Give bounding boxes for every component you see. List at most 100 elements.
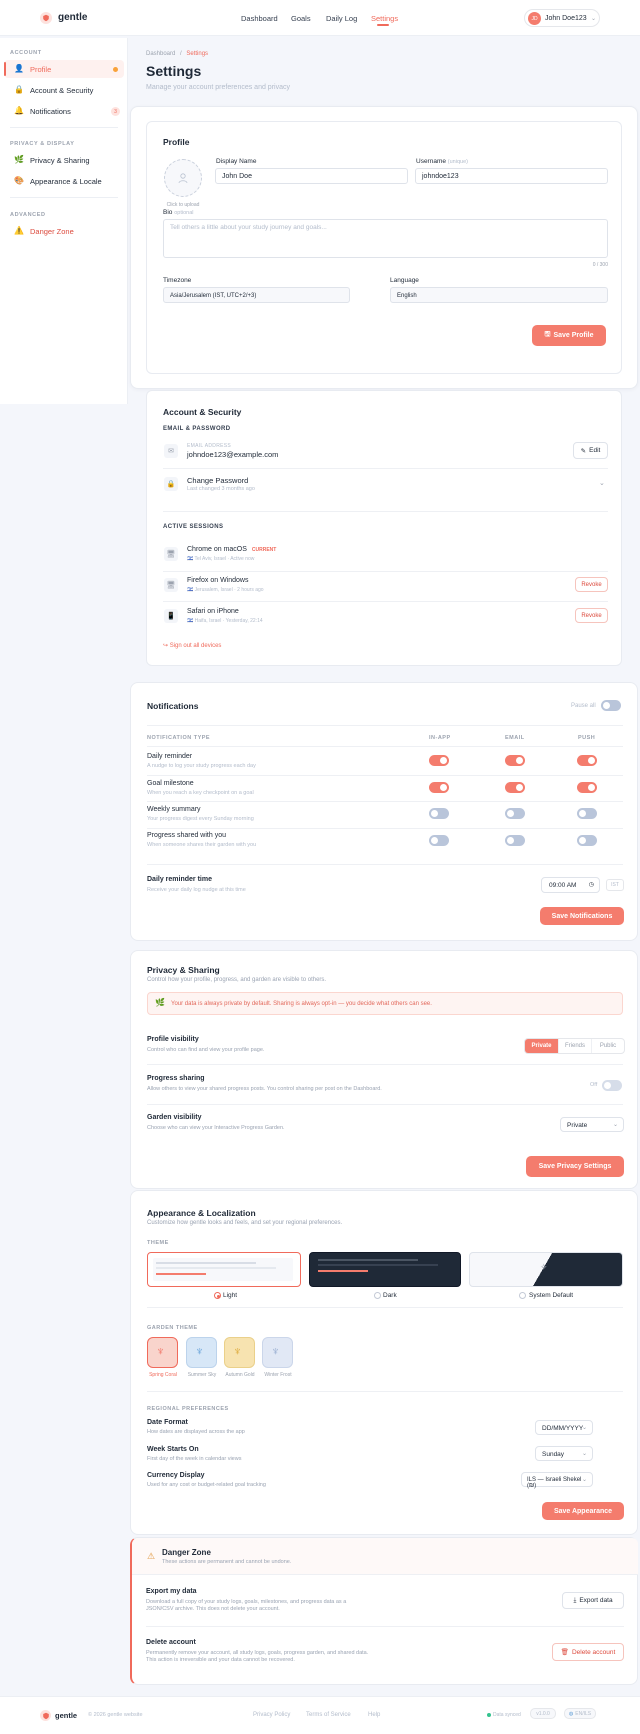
divider	[147, 1307, 623, 1308]
user-menu[interactable]: JD John Doe123 ⌄	[524, 9, 600, 27]
garden-visibility-sub: Choose who can view your Interactive Pro…	[147, 1125, 285, 1131]
weekly-summary-in-app-toggle[interactable]	[429, 808, 449, 819]
sidebar-item-privacy[interactable]: 🌿 Privacy & Sharing	[4, 151, 124, 169]
language-select[interactable]: English	[390, 287, 608, 303]
visibility-option-public[interactable]: Public	[591, 1039, 624, 1053]
nav-dashboard[interactable]: Dashboard	[241, 14, 278, 23]
weekly-summary-push-toggle[interactable]	[577, 808, 597, 819]
sidebar-item-notifications[interactable]: 🔔 Notifications 3	[4, 102, 124, 120]
daily-reminder-in-app-toggle[interactable]	[429, 755, 449, 766]
mail-icon: ✉	[164, 444, 178, 458]
revoke-session-button[interactable]: Revoke	[575, 577, 608, 592]
goal-milestone-push-toggle[interactable]	[577, 782, 597, 793]
sidebar-item-appearance[interactable]: 🎨 Appearance & Locale	[4, 172, 124, 190]
save-privacy-button[interactable]: Save Privacy Settings	[526, 1156, 624, 1177]
visibility-option-friends[interactable]: Friends	[558, 1039, 591, 1053]
theme-dark-card[interactable]	[309, 1252, 461, 1287]
progress-shared-push-toggle[interactable]	[577, 835, 597, 846]
divider	[163, 601, 608, 602]
export-data-button[interactable]: ⤓ Export data	[562, 1592, 624, 1609]
garden-theme-autumn-gold[interactable]: ♆	[224, 1337, 255, 1368]
garden-theme-label: Spring Coral	[149, 1372, 177, 1378]
session-device: Chrome on macOS CURRENT	[187, 546, 276, 553]
footer-terms-link[interactable]: Terms of Service	[306, 1712, 351, 1718]
garden-visibility-title: Garden visibility	[147, 1114, 202, 1121]
bio-textarea[interactable]: Tell others a little about your study jo…	[163, 219, 608, 258]
breadcrumb-dashboard[interactable]: Dashboard	[146, 51, 175, 57]
change-password-title[interactable]: Change Password	[187, 476, 248, 485]
nav-settings[interactable]: Settings	[371, 14, 398, 23]
week-start-select[interactable]: Sunday ⌄	[535, 1446, 593, 1461]
timezone-badge: IST	[606, 879, 624, 891]
chevron-down-icon[interactable]: ⌄	[599, 479, 605, 487]
garden-visibility-select[interactable]: Private ⌄	[560, 1117, 624, 1132]
footer-privacy-link[interactable]: Privacy Policy	[253, 1712, 290, 1718]
session-location: Haifa, Israel	[194, 618, 222, 624]
nav-daily-log[interactable]: Daily Log	[326, 14, 357, 23]
privacy-title: Privacy & Sharing	[147, 965, 220, 975]
theme-system-card[interactable]: ✧	[469, 1252, 623, 1287]
profile-title: Profile	[163, 137, 190, 147]
save-profile-label: Save Profile	[553, 332, 594, 339]
person-icon: 👤	[14, 64, 24, 73]
daily-reminder-push-toggle[interactable]	[577, 755, 597, 766]
divider	[147, 1064, 623, 1065]
date-format-sub: How dates are displayed across the app	[147, 1429, 245, 1435]
nav-goals[interactable]: Goals	[291, 14, 311, 23]
delete-account-button[interactable]: 🗑 Delete account	[552, 1643, 624, 1661]
sign-out-all-link[interactable]: ↪ Sign out all devices	[163, 642, 221, 649]
daily-reminder-email-toggle[interactable]	[505, 755, 525, 766]
page-subtitle: Manage your account preferences and priv…	[146, 84, 290, 91]
username-input[interactable]: johndoe123	[415, 168, 608, 184]
progress-shared-in-app-toggle[interactable]	[429, 835, 449, 846]
week-start-value: Sunday	[542, 1451, 565, 1458]
theme-dark-radio[interactable]	[374, 1292, 381, 1299]
plant-icon: ♆	[156, 1344, 165, 1358]
save-notifications-button[interactable]: Save Notifications	[540, 907, 624, 925]
logo-icon[interactable]	[40, 12, 52, 24]
timezone-label: Timezone	[163, 277, 192, 284]
weekly-summary-email-toggle[interactable]	[505, 808, 525, 819]
save-profile-button[interactable]: 🖫 Save Profile	[532, 325, 606, 346]
progress-sharing-toggle[interactable]	[602, 1080, 622, 1091]
goal-milestone-email-toggle[interactable]	[505, 782, 525, 793]
appearance-card: Appearance & Localization Customize how …	[130, 1190, 638, 1535]
desktop-icon: 🖥	[164, 547, 178, 561]
logo-icon[interactable]	[40, 1710, 51, 1721]
visibility-option-private[interactable]: Private	[525, 1039, 558, 1053]
theme-light-radio[interactable]	[214, 1292, 221, 1299]
progress-shared-email-toggle[interactable]	[505, 835, 525, 846]
edit-email-button[interactable]: ✎ Edit	[573, 442, 608, 459]
desktop-icon: 🖥	[164, 578, 178, 592]
avatar-upload[interactable]	[164, 159, 202, 197]
revoke-session-button[interactable]: Revoke	[575, 608, 608, 623]
trash-icon: 🗑	[560, 1649, 569, 1656]
garden-visibility-value: Private	[567, 1122, 588, 1129]
pause-all-toggle[interactable]	[601, 700, 621, 711]
garden-theme-winter-frost[interactable]: ♆	[262, 1337, 293, 1368]
leaf-icon: 🌿	[14, 155, 24, 164]
sidebar-item-account-security[interactable]: 🔒 Account & Security	[4, 81, 124, 99]
garden-theme-summer-sky[interactable]: ♆	[186, 1337, 217, 1368]
current-session-badge: CURRENT	[251, 547, 277, 553]
display-name-input[interactable]: John Doe	[215, 168, 408, 184]
palette-icon: 🎨	[14, 176, 24, 185]
brand-name[interactable]: gentle	[58, 12, 87, 23]
timezone-select[interactable]: Asia/Jerusalem (IST, UTC+2/+3)	[163, 287, 350, 303]
locale-badge[interactable]: ◍ EN/ILS	[564, 1708, 596, 1719]
currency-select[interactable]: ILS — Israeli Shekel (₪) ⌄	[521, 1472, 593, 1489]
user-placeholder-icon	[178, 173, 188, 184]
footer-help-link[interactable]: Help	[368, 1712, 380, 1718]
reminder-time-input[interactable]: 09:00 AM ◷	[541, 877, 600, 893]
goal-milestone-in-app-toggle[interactable]	[429, 782, 449, 793]
theme-system-radio[interactable]	[519, 1292, 526, 1299]
footer-brand[interactable]: gentle	[55, 1711, 77, 1720]
sidebar-item-profile[interactable]: 👤 Profile	[4, 60, 124, 78]
delete-account-label: Delete account	[571, 1648, 616, 1656]
footer-copyright: © 2026 gentle website	[88, 1712, 143, 1718]
garden-theme-spring-coral[interactable]: ♆	[147, 1337, 178, 1368]
save-appearance-button[interactable]: Save Appearance	[542, 1502, 624, 1520]
theme-light-card[interactable]	[147, 1252, 301, 1287]
sidebar-item-danger-zone[interactable]: ⚠️ Danger Zone	[4, 222, 124, 240]
date-format-select[interactable]: DD/MM/YYYY ⌄	[535, 1420, 593, 1435]
